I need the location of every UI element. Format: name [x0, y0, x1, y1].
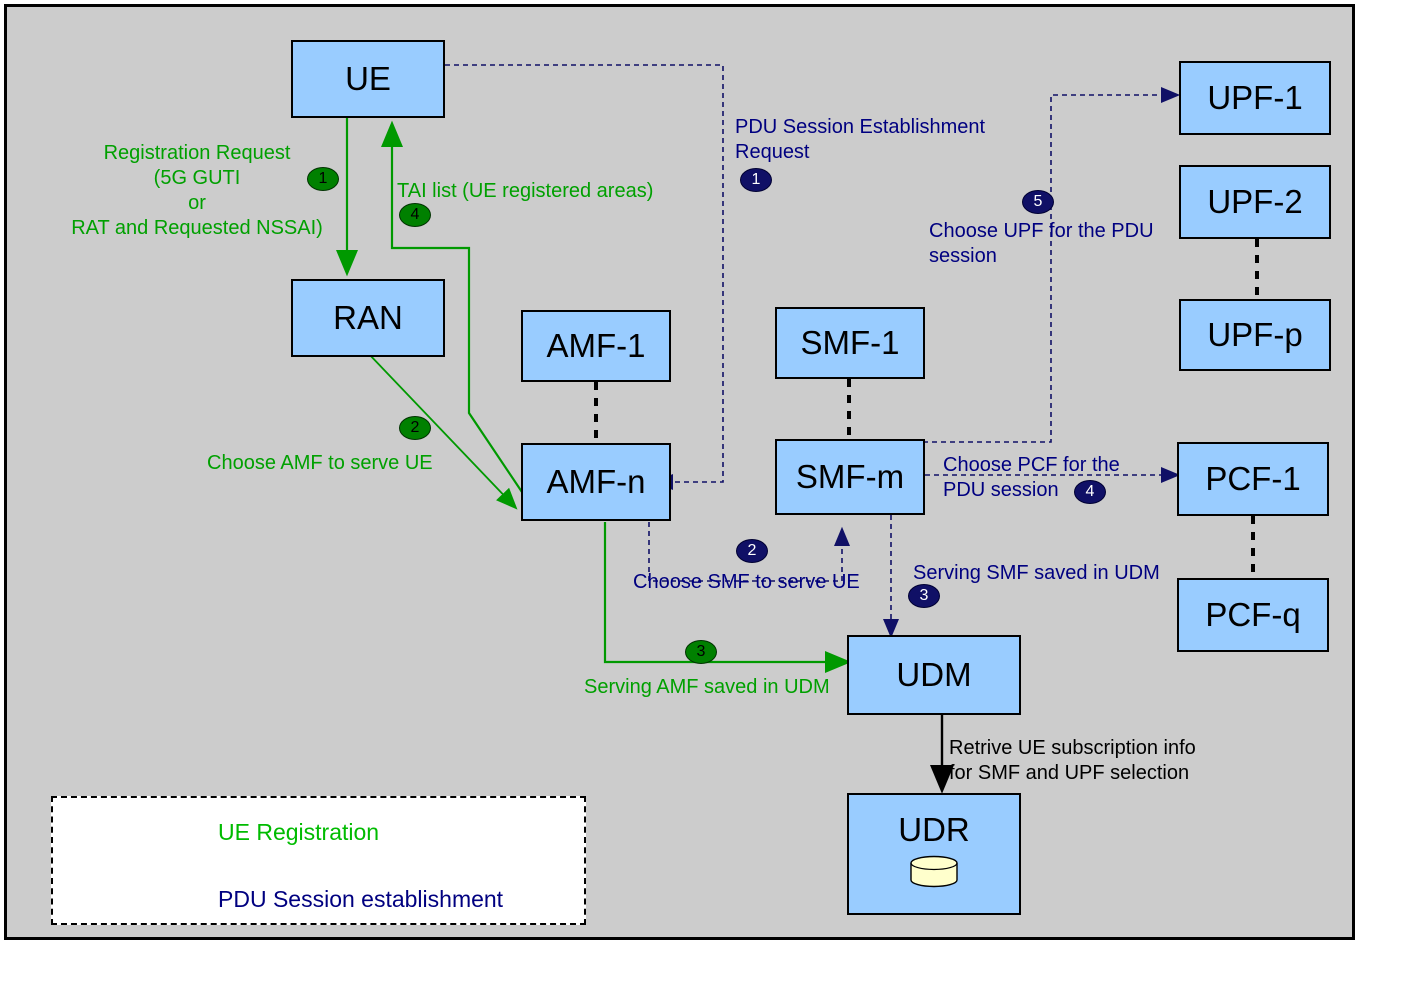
node-upfp[interactable]: UPF-p — [1179, 299, 1331, 371]
node-upfp-label: UPF-p — [1207, 316, 1303, 353]
node-upf1[interactable]: UPF-1 — [1179, 61, 1331, 135]
node-pcf1[interactable]: PCF-1 — [1177, 442, 1329, 516]
annotation-registration-request: Registration Request (5G GUTI or RAT and… — [71, 142, 323, 239]
node-smf1[interactable]: SMF-1 — [775, 307, 925, 379]
database-icon-shape — [910, 855, 958, 888]
node-amf1[interactable]: AMF-1 — [521, 310, 671, 382]
node-udm[interactable]: UDM — [847, 635, 1021, 715]
node-amf1-label: AMF-1 — [546, 327, 646, 364]
node-udm-label: UDM — [896, 656, 972, 693]
node-upf2[interactable]: UPF-2 — [1179, 165, 1331, 239]
node-upf2-label: UPF-2 — [1207, 183, 1303, 220]
step-badge-registration-4: 4 — [399, 203, 431, 227]
annotation-serving-smf-saved: Serving SMF saved in UDM — [913, 562, 1160, 584]
node-amfn[interactable]: AMF-n — [521, 443, 671, 521]
step-badge-pdu-1: 1 — [740, 168, 772, 192]
annotation-choose-amf: Choose AMF to serve UE — [207, 452, 433, 474]
node-pcfq-label: PCF-q — [1205, 596, 1301, 633]
node-smfm[interactable]: SMF-m — [775, 439, 925, 515]
step-badge-pdu-5: 5 — [1022, 190, 1054, 214]
step-badge-registration-2: 2 — [399, 416, 431, 440]
legend-label-pdu: PDU Session establishment — [218, 886, 504, 912]
step-badge-pdu-3: 3 — [908, 584, 940, 608]
database-icon — [908, 855, 960, 897]
diagram-stage: UE Registration PDU Session establishmen… — [4, 4, 1355, 940]
edge-ran-to-amfn — [366, 351, 518, 510]
step-badge-pdu-4: 4 — [1074, 480, 1106, 504]
annotation-serving-amf-saved: Serving AMF saved in UDM — [584, 676, 830, 698]
node-amfn-label: AMF-n — [546, 463, 646, 500]
step-badge-pdu-2: 2 — [736, 539, 768, 563]
annotation-choose-smf: Choose SMF to serve UE — [633, 571, 860, 593]
diagram-canvas: UE Registration PDU Session establishmen… — [0, 0, 1403, 992]
node-ue[interactable]: UE — [291, 40, 445, 118]
node-ran[interactable]: RAN — [291, 279, 445, 357]
annotation-retrieve-subscription: Retrive UE subscription info for SMF and… — [949, 737, 1196, 784]
node-smf1-label: SMF-1 — [800, 324, 900, 361]
annotation-pdu-session-request: PDU Session Establishment Request — [735, 116, 986, 163]
annotation-tai-list: TAI list (UE registered areas) — [397, 180, 654, 202]
node-pcf1-label: PCF-1 — [1205, 460, 1301, 497]
annotation-choose-upf: Choose UPF for the PDU session — [929, 220, 1154, 267]
step-badge-registration-3: 3 — [685, 640, 717, 664]
node-upf1-label: UPF-1 — [1207, 79, 1303, 116]
node-ran-label: RAN — [333, 299, 403, 336]
edge-ue-to-amfn-pdu — [445, 64, 724, 490]
step-badge-registration-1: 1 — [307, 167, 339, 191]
legend-label-registration: UE Registration — [218, 819, 380, 845]
node-pcfq[interactable]: PCF-q — [1177, 578, 1329, 652]
node-ue-label: UE — [345, 60, 391, 97]
node-udr-label: UDR — [898, 811, 970, 848]
node-smfm-label: SMF-m — [795, 458, 905, 495]
node-udr[interactable]: UDR — [847, 793, 1021, 915]
